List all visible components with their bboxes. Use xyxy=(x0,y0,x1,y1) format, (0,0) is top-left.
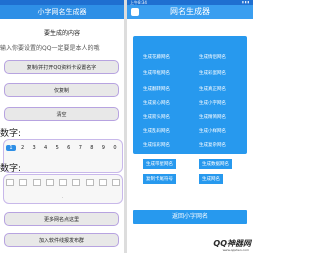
generator-option[interactable]: 生成爱心网名 xyxy=(143,100,170,106)
generator-option[interactable]: 生成情侣网名 xyxy=(199,54,226,60)
symbol-key[interactable] xyxy=(85,179,94,186)
generator-option[interactable]: 生成箭头网名 xyxy=(143,114,170,120)
site-watermark-url: www.qqshen.com xyxy=(222,248,249,252)
generator-grid: 生成花藤网名 生成情侣网名 生成带框网名 生成彩蛋网名 生成翻转网名 生成真正网… xyxy=(133,36,247,154)
generator-option[interactable]: 生成小字网名 xyxy=(199,100,226,106)
generator-option[interactable]: 生成炫彩网名 xyxy=(143,142,170,148)
digit-row-1: 1 2 3 4 5 6 7 8 9 0 xyxy=(6,145,120,151)
copy-open-qq-button[interactable]: 复制/并打开QQ资料卡设置名字 xyxy=(4,60,119,74)
symbol-key[interactable] xyxy=(112,179,120,186)
symbol-key[interactable] xyxy=(32,179,41,186)
right-screen: 上午8:34 ▮▮▮ 网名生成器 生成花藤网名 生成情侣网名 生成带框网名 生成… xyxy=(127,0,253,253)
digit-key[interactable]: 8 xyxy=(87,145,97,151)
symbol-key[interactable] xyxy=(45,179,54,186)
app-title-bar: 网名生成器 xyxy=(127,5,253,19)
generator-option[interactable]: 生成带星网名 xyxy=(143,159,176,169)
symbol-key[interactable] xyxy=(59,179,67,186)
app-title: 网名生成器 xyxy=(170,7,210,16)
result-text: 要生成的内容 xyxy=(43,30,80,37)
status-icons: ▮▮▮ xyxy=(242,0,250,4)
generator-option[interactable]: 生成乱码网名 xyxy=(143,128,170,134)
symbol-key[interactable] xyxy=(6,179,14,186)
generator-option[interactable]: 生成花藤网名 xyxy=(143,54,170,60)
generator-option[interactable]: 生成小样网名 xyxy=(199,128,226,134)
generator-option[interactable]: 生成数据网名 xyxy=(199,159,232,169)
digit-key[interactable]: 6 xyxy=(64,145,74,151)
digit-panel-2: · xyxy=(3,174,123,204)
generator-option[interactable]: 生成彩蛋网名 xyxy=(199,70,226,76)
generator-option[interactable]: 生成网名 xyxy=(199,174,223,184)
generator-option[interactable]: 生成复杂网名 xyxy=(199,142,226,148)
generator-option[interactable]: 生成带框网名 xyxy=(143,70,170,76)
digit-key[interactable]: 9 xyxy=(98,145,108,151)
qq-input[interactable]: 输入你要设置的QQ一定要是本人的哦 xyxy=(0,43,99,52)
app-title: 小字网名生成器 xyxy=(37,8,87,16)
join-group-button[interactable]: 加入软件线报发布群 xyxy=(4,233,119,247)
digit-key[interactable]: 7 xyxy=(75,145,85,151)
generator-option[interactable]: 生成精简网名 xyxy=(199,114,226,120)
symbol-key[interactable] xyxy=(98,179,107,186)
clear-button[interactable]: 清空 xyxy=(4,107,119,121)
dot-indicator: · xyxy=(62,195,64,200)
digit-key[interactable]: 1 xyxy=(6,145,16,151)
app-title-bar: 小字网名生成器 xyxy=(0,5,124,19)
more-names-button[interactable]: 更多网名点这里 xyxy=(4,212,119,226)
digits-label-1: 数字: xyxy=(0,129,22,139)
back-to-small-name-button[interactable]: 返回小字网名 xyxy=(133,210,247,224)
digit-key[interactable]: 5 xyxy=(52,145,62,151)
generator-option[interactable]: 生成翻转网名 xyxy=(143,86,170,92)
app-icon xyxy=(131,8,139,16)
symbol-key[interactable] xyxy=(19,179,28,186)
digit-row-2 xyxy=(6,179,120,186)
digit-key[interactable]: 3 xyxy=(29,145,39,151)
digit-key[interactable]: 0 xyxy=(110,145,120,151)
digits-label-2: 数字: xyxy=(0,164,22,174)
generator-option[interactable]: 生成真正网名 xyxy=(199,86,226,92)
left-screen: 小字网名生成器 要生成的内容 输入你要设置的QQ一定要是本人的哦 复制/并打开Q… xyxy=(0,0,124,253)
symbol-key[interactable] xyxy=(72,179,81,186)
digit-key[interactable]: 4 xyxy=(41,145,51,151)
generator-option[interactable]: 复制卡尾符号 xyxy=(143,174,176,184)
copy-only-button[interactable]: 仅复制 xyxy=(4,83,119,97)
digit-key[interactable]: 2 xyxy=(18,145,28,151)
